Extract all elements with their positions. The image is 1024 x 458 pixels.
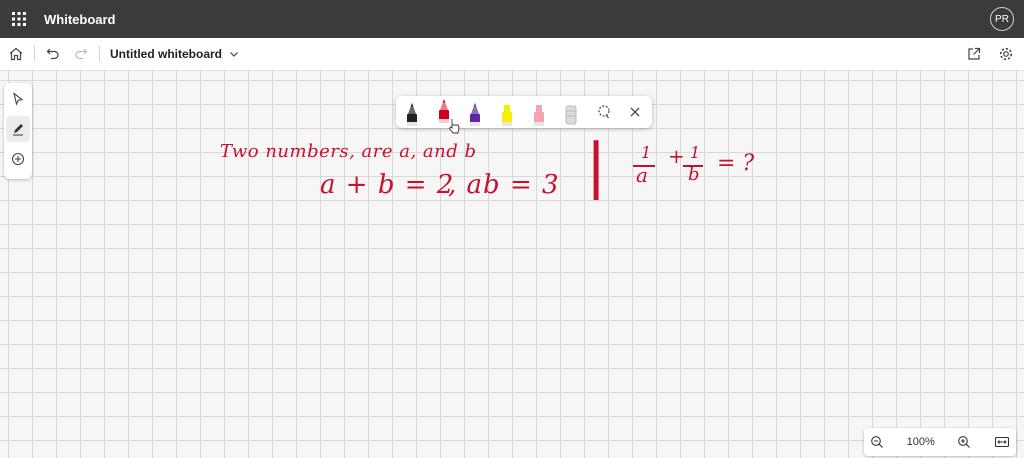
add-circle-icon[interactable] bbox=[6, 146, 30, 172]
app-launcher-icon[interactable] bbox=[0, 0, 38, 38]
title-bar: Whiteboard PR bbox=[0, 0, 1024, 38]
lasso-select-icon[interactable] bbox=[594, 102, 614, 122]
fit-to-screen-icon[interactable] bbox=[994, 435, 1010, 449]
home-icon[interactable] bbox=[2, 40, 30, 68]
close-icon[interactable] bbox=[626, 103, 644, 121]
gear-icon[interactable] bbox=[992, 40, 1020, 68]
share-icon[interactable] bbox=[960, 40, 988, 68]
redo-icon[interactable] bbox=[67, 40, 95, 68]
zoom-controls: 100% bbox=[864, 428, 1016, 456]
zoom-out-icon[interactable] bbox=[870, 435, 884, 449]
toolbar-divider bbox=[34, 46, 35, 62]
black-pen-icon[interactable] bbox=[400, 100, 424, 128]
select-pointer-icon[interactable] bbox=[6, 86, 30, 112]
chevron-down-icon[interactable] bbox=[228, 48, 240, 60]
purple-pen-icon[interactable] bbox=[463, 100, 487, 128]
undo-icon[interactable] bbox=[39, 40, 67, 68]
whiteboard-canvas[interactable] bbox=[0, 71, 1024, 458]
toolbar-divider bbox=[99, 46, 100, 62]
ink-toolbar bbox=[396, 96, 652, 128]
yellow-highlighter-icon[interactable] bbox=[495, 100, 519, 128]
avatar[interactable]: PR bbox=[990, 7, 1014, 31]
app-title: Whiteboard bbox=[44, 11, 116, 27]
zoom-in-icon[interactable] bbox=[957, 435, 971, 449]
command-toolbar: Untitled whiteboard bbox=[0, 38, 1024, 71]
left-tool-rail bbox=[4, 83, 32, 179]
pen-tool-icon[interactable] bbox=[6, 116, 30, 142]
eraser-icon[interactable] bbox=[559, 100, 583, 128]
cursor-icon bbox=[448, 118, 460, 139]
document-title[interactable]: Untitled whiteboard bbox=[110, 47, 222, 61]
pink-highlighter-icon[interactable] bbox=[527, 100, 551, 128]
zoom-level[interactable]: 100% bbox=[907, 436, 935, 448]
